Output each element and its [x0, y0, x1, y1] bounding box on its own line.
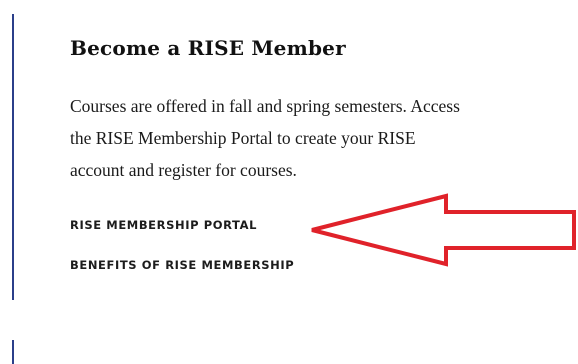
section-description: Courses are offered in fall and spring s… [70, 90, 578, 186]
section-heading: Become a RISE Member [70, 36, 346, 60]
description-line-1: Courses are offered in fall and spring s… [70, 96, 460, 116]
description-line-2: the RISE Membership Portal to create you… [70, 128, 416, 148]
left-arrow-annotation-icon [311, 193, 576, 267]
card-left-border [12, 14, 14, 300]
rise-membership-portal-link[interactable]: RISE MEMBERSHIP PORTAL [70, 218, 257, 232]
description-line-3: account and register for courses. [70, 160, 297, 180]
benefits-of-rise-membership-link[interactable]: BENEFITS OF RISE MEMBERSHIP [70, 258, 294, 272]
next-card-left-border [12, 340, 14, 364]
